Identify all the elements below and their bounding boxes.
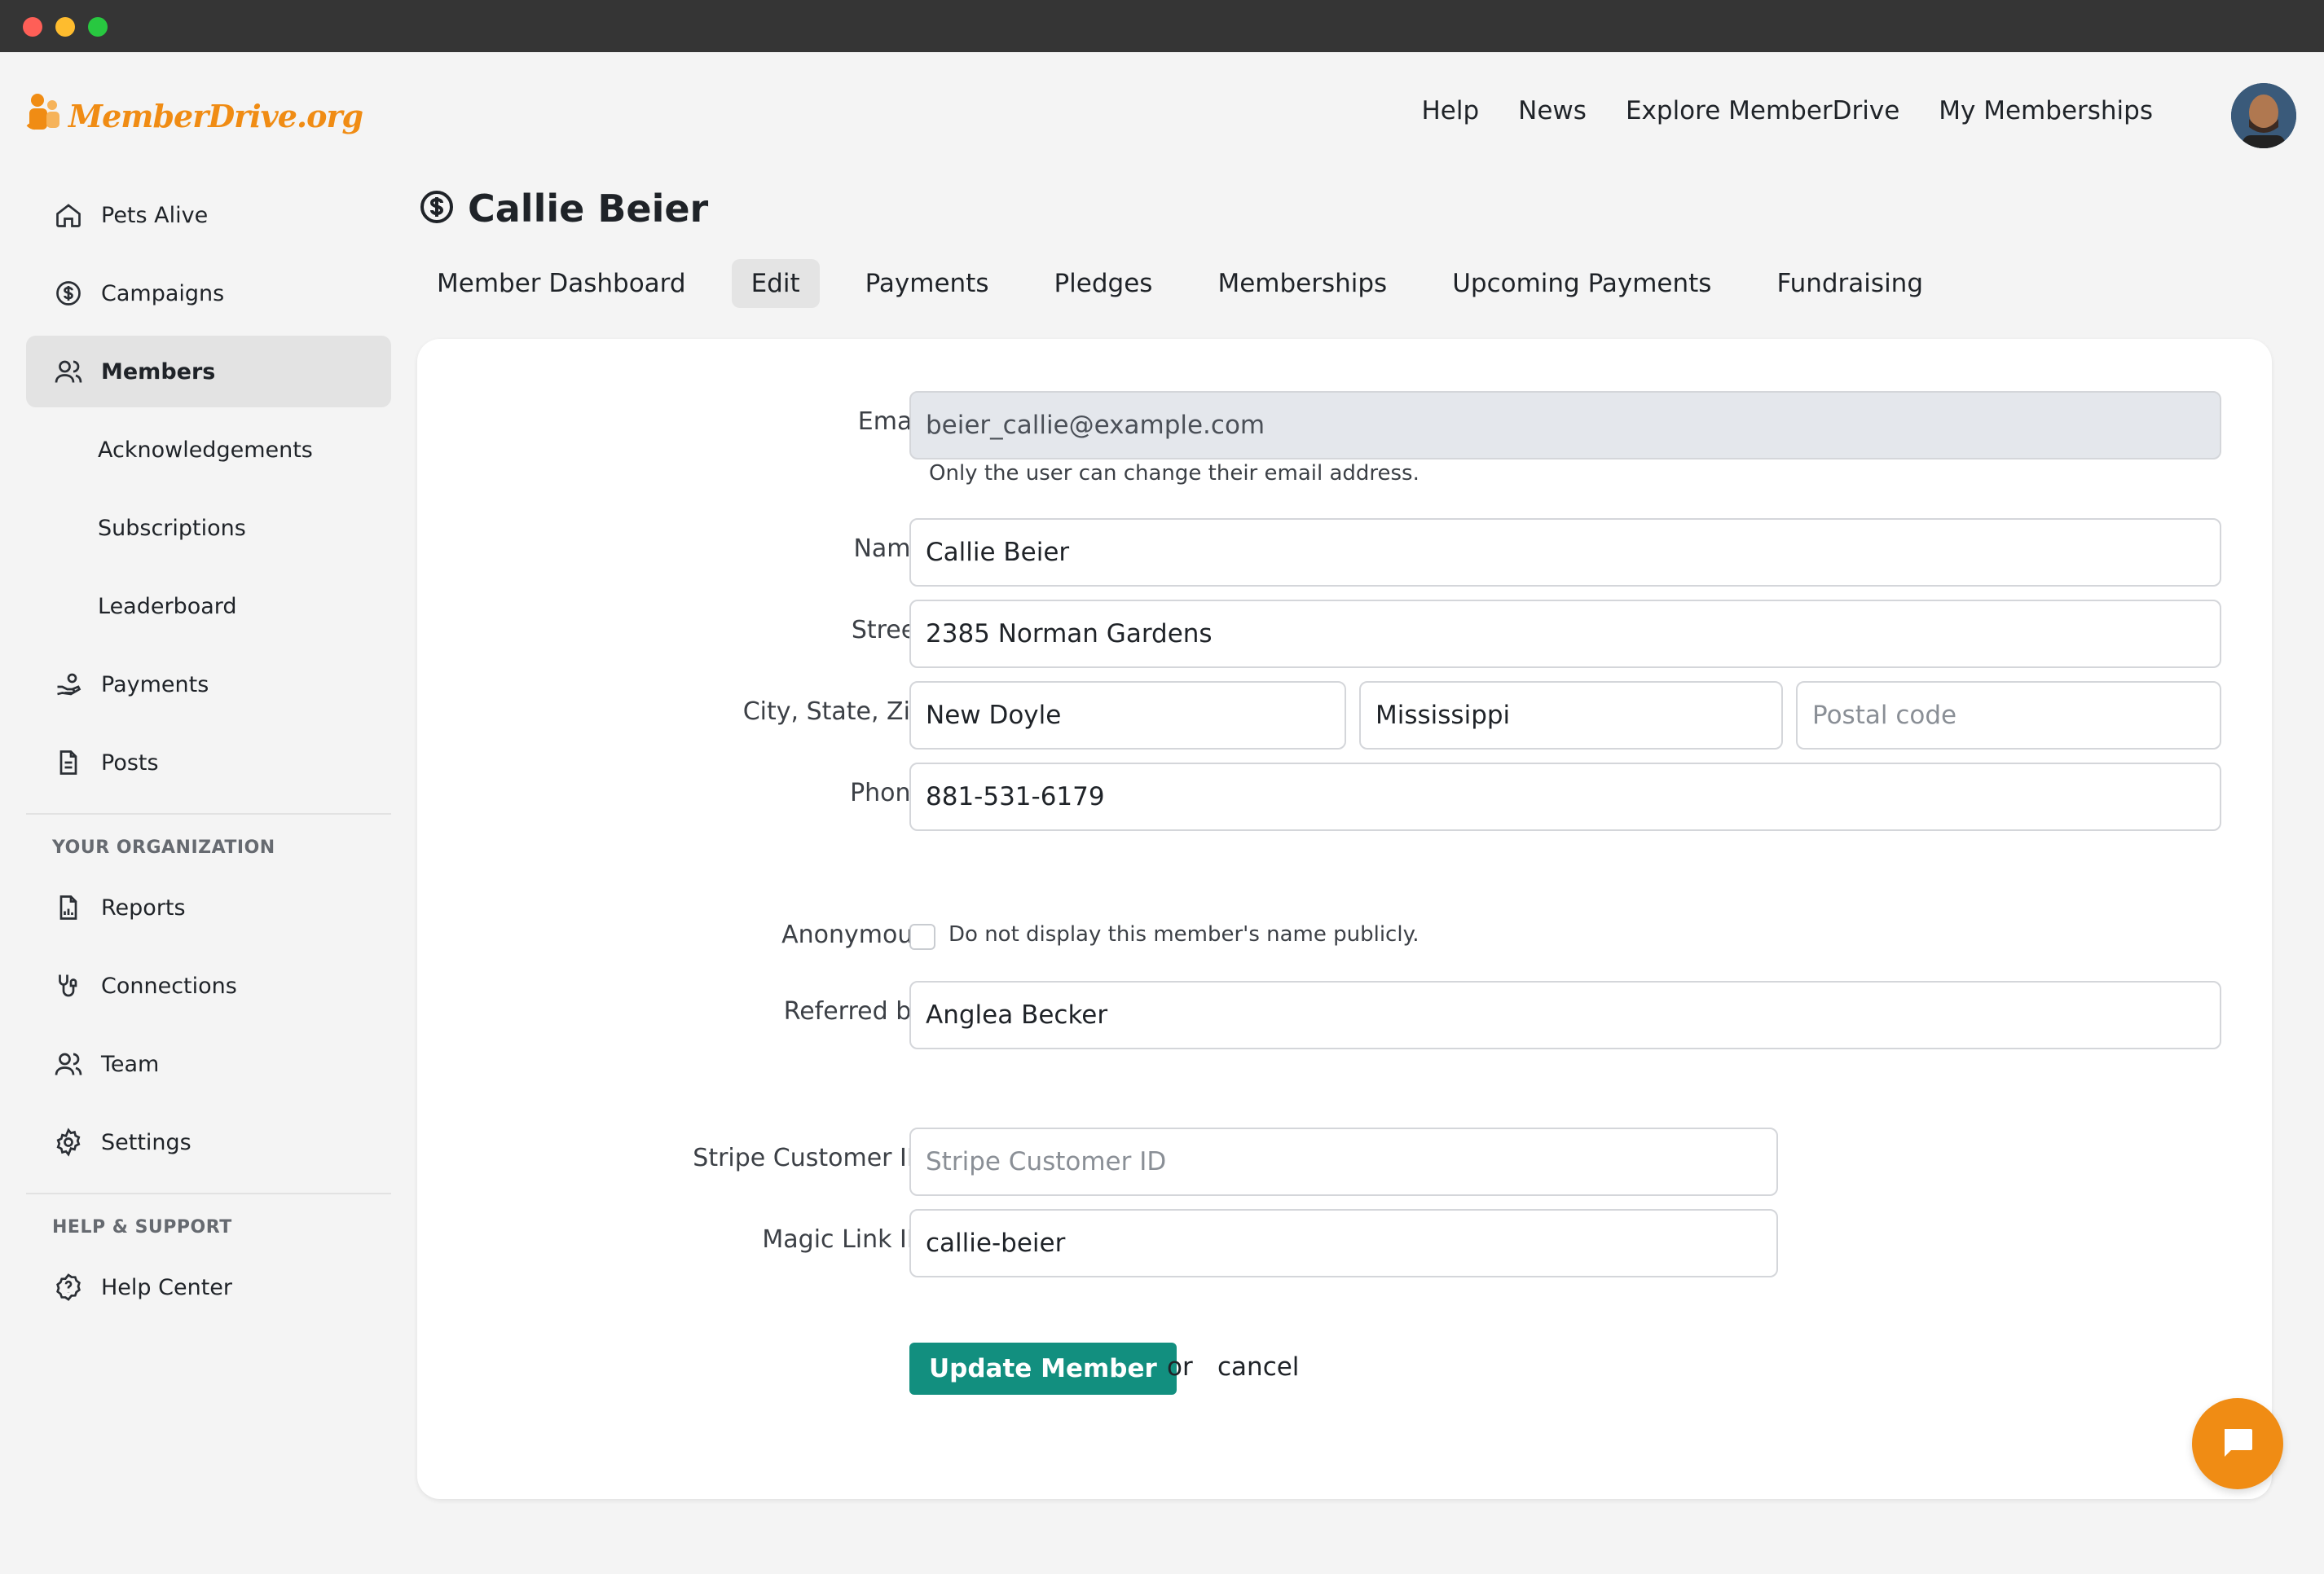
tab-memberships[interactable]: Memberships — [1198, 259, 1406, 308]
sidebar-item-label: Acknowledgements — [98, 437, 313, 463]
sidebar-item-pets-alive[interactable]: Pets Alive — [26, 179, 391, 251]
sidebar-divider — [26, 813, 391, 815]
member-name-heading: Callie Beier — [468, 187, 709, 231]
window-maximize-button[interactable] — [88, 17, 108, 37]
nav-explore-link[interactable]: Explore MemberDrive — [1626, 96, 1899, 125]
sidebar-item-leaderboard[interactable]: Leaderboard — [26, 570, 391, 642]
chat-icon — [2218, 1422, 2257, 1465]
magic-link-id-label: Magic Link ID — [762, 1225, 926, 1254]
sidebar-item-label: Connections — [101, 973, 237, 999]
sidebar-item-help-center[interactable]: Help Center — [26, 1251, 391, 1323]
nav-my-memberships-link[interactable]: My Memberships — [1939, 96, 2153, 125]
magic-link-id-field[interactable]: callie-beier — [909, 1209, 1778, 1277]
email-field: beier_callie@example.com — [909, 391, 2221, 459]
sidebar-item-campaigns[interactable]: Campaigns — [26, 257, 391, 329]
brand-name: MemberDrive.org — [68, 97, 363, 134]
brand-logo-icon — [26, 92, 62, 139]
sidebar-item-label: Payments — [101, 671, 209, 697]
sidebar-item-posts[interactable]: Posts — [26, 727, 391, 798]
tab-edit[interactable]: Edit — [731, 259, 820, 308]
brand-logo[interactable]: MemberDrive.org — [26, 91, 363, 140]
users-icon — [52, 1048, 85, 1080]
hand-coin-icon — [52, 668, 85, 701]
document-icon — [52, 746, 85, 779]
sidebar-item-label: Subscriptions — [98, 515, 246, 541]
stripe-customer-id-label: Stripe Customer ID — [693, 1144, 926, 1172]
sidebar-item-label: Pets Alive — [101, 202, 209, 228]
sidebar-item-label: Members — [101, 358, 216, 385]
dollar-circle-icon — [52, 277, 85, 310]
sidebar-item-label: Reports — [101, 895, 186, 921]
home-icon — [52, 199, 85, 231]
sidebar-item-subscriptions[interactable]: Subscriptions — [26, 492, 391, 564]
sidebar-item-connections[interactable]: Connections — [26, 950, 391, 1022]
sidebar-item-members[interactable]: Members — [26, 336, 391, 407]
sidebar-item-label: Leaderboard — [98, 593, 237, 619]
cancel-link[interactable]: cancel — [1217, 1352, 1299, 1382]
window-titlebar — [0, 0, 2324, 52]
chat-button[interactable] — [2192, 1398, 2283, 1489]
member-tabs: Member Dashboard Edit Payments Pledges M… — [417, 259, 1969, 308]
sidebar-item-label: Help Center — [101, 1274, 233, 1300]
nav-news-link[interactable]: News — [1518, 96, 1587, 125]
window-minimize-button[interactable] — [55, 17, 75, 37]
sidebar-divider — [26, 1193, 391, 1194]
tab-payments[interactable]: Payments — [846, 259, 1009, 308]
connection-icon — [52, 969, 85, 1002]
top-navigation: Help News Explore MemberDrive My Members… — [1382, 91, 2153, 130]
dollar-circle-icon — [417, 187, 456, 230]
sidebar: Pets Alive Campaigns Members Acknowledge… — [26, 179, 391, 1330]
stripe-customer-id-field[interactable]: Stripe Customer ID — [909, 1128, 1778, 1196]
referred-by-field[interactable]: Anglea Becker — [909, 981, 2221, 1049]
phone-field[interactable]: 881-531-6179 — [909, 763, 2221, 831]
gear-icon — [52, 1126, 85, 1159]
street-field[interactable]: 2385 Norman Gardens — [909, 600, 2221, 668]
sidebar-item-label: Posts — [101, 750, 159, 776]
anonymous-label: Anonymous — [781, 921, 926, 949]
postal-code-field[interactable]: Postal code — [1796, 681, 2221, 750]
city-state-zip-label: City, State, Zip — [742, 697, 926, 726]
sidebar-item-label: Campaigns — [101, 280, 225, 306]
tab-upcoming-payments[interactable]: Upcoming Payments — [1433, 259, 1731, 308]
sidebar-item-acknowledgements[interactable]: Acknowledgements — [26, 414, 391, 486]
sidebar-item-reports[interactable]: Reports — [26, 872, 391, 943]
page-title: Callie Beier — [417, 184, 708, 233]
window-close-button[interactable] — [23, 17, 42, 37]
edit-member-form: Email beier_callie@example.com Only the … — [417, 339, 2272, 1499]
or-text: or — [1167, 1352, 1193, 1382]
sidebar-item-payments[interactable]: Payments — [26, 649, 391, 720]
sidebar-item-settings[interactable]: Settings — [26, 1106, 391, 1178]
anonymous-checkbox[interactable] — [909, 924, 935, 950]
sidebar-heading-organization: YOUR ORGANIZATION — [52, 837, 275, 858]
sidebar-item-label: Settings — [101, 1129, 191, 1155]
sidebar-item-team[interactable]: Team — [26, 1028, 391, 1100]
city-field[interactable]: New Doyle — [909, 681, 1346, 750]
email-hint: Only the user can change their email add… — [929, 461, 1419, 486]
name-field[interactable]: Callie Beier — [909, 518, 2221, 587]
sidebar-heading-help: HELP & SUPPORT — [52, 1216, 232, 1238]
tab-member-dashboard[interactable]: Member Dashboard — [417, 259, 706, 308]
tab-pledges[interactable]: Pledges — [1034, 259, 1172, 308]
update-member-button[interactable]: Update Member — [909, 1343, 1177, 1395]
report-icon — [52, 891, 85, 924]
referred-by-label: Referred by — [783, 997, 926, 1026]
users-icon — [52, 355, 85, 388]
nav-help-link[interactable]: Help — [1421, 96, 1479, 125]
sidebar-item-label: Team — [101, 1051, 160, 1077]
tab-fundraising[interactable]: Fundraising — [1757, 259, 1943, 308]
state-field[interactable]: Mississippi — [1359, 681, 1783, 750]
anonymous-hint: Do not display this member's name public… — [949, 922, 1419, 947]
question-circle-icon — [52, 1271, 85, 1304]
user-avatar[interactable] — [2231, 83, 2296, 148]
